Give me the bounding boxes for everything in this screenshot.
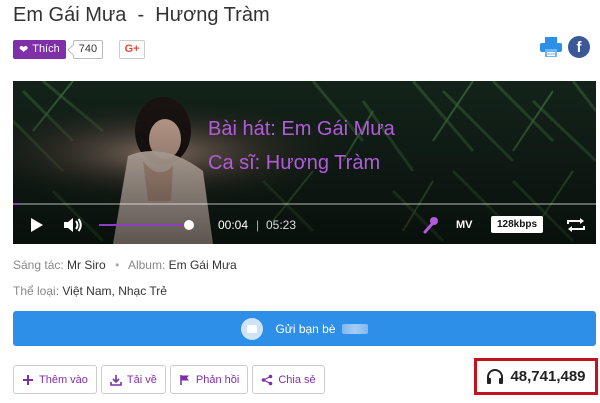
share-icons: f [538,35,590,59]
plus-icon [23,374,33,385]
progress-bar[interactable] [13,203,596,205]
composer-link[interactable]: Mr Siro [67,258,106,272]
volume-fill [99,224,184,226]
time-separator: | [256,218,260,232]
download-icon [110,374,122,386]
send-to-friends-button[interactable]: Gửi bạn bè [13,311,596,346]
song-meta-line2: Thể loại: Việt Nam, Nhạc Trẻ [13,284,167,298]
printer-icon[interactable] [538,35,564,59]
share-icon [262,374,273,385]
add-to-button[interactable]: Thêm vào [13,365,97,394]
download-button[interactable]: Tải về [100,365,166,394]
current-time: 00:04 [218,218,249,232]
feedback-label: Phản hồi [195,373,240,386]
send-label: Gửi bạn bè [275,321,336,336]
facebook-icon[interactable]: f [568,36,590,58]
player-controls: 00:04 | 05:23 MV 128kbps [13,209,596,241]
album-label: Album: [127,258,166,272]
listen-count: 48,741,489 [510,368,586,385]
like-label: Thích [32,43,60,55]
repeat-icon[interactable] [566,209,586,241]
album-link[interactable]: Em Gái Mưa [169,258,237,272]
volume-icon[interactable] [63,209,83,241]
google-plus-button[interactable]: G+ [119,39,146,59]
flag-icon [180,374,189,385]
play-icon[interactable] [30,209,44,241]
add-label: Thêm vào [39,373,88,386]
headphones-icon [487,368,504,384]
heart-icon: ❤ [19,43,29,56]
genre-label: Thể loại: [13,284,60,298]
progress-fill [13,203,21,205]
mv-button[interactable]: MV [456,209,473,241]
genre-separator: , [111,284,115,298]
song-title: Em Gái Mưa - Hương Tràm [13,4,270,26]
listen-count-box: 48,741,489 [474,358,598,395]
social-row: ❤ Thích 740 G+ [13,39,146,59]
lyric-song-line: Bài hát: Em Gái Mưa [208,118,395,140]
action-buttons: Thêm vào Tải về Phản hồi Chia sẻ [13,365,325,394]
share-button[interactable]: Chia sẻ [252,365,325,394]
quality-button[interactable]: 128kbps [491,216,544,233]
feedback-button[interactable]: Phản hồi [169,365,249,394]
duration: 05:23 [266,218,297,232]
chat-bubble-icon [241,317,264,340]
blurred-name [341,323,368,334]
like-count: 740 [72,39,104,59]
composer-label: Sáng tác: [13,258,64,272]
like-button[interactable]: ❤ Thích [13,39,66,59]
song-meta-line1: Sáng tác: Mr Siro • Album: Em Gái Mưa [13,258,237,272]
download-label: Tải về [126,373,157,386]
karaoke-mic-icon[interactable] [423,209,439,241]
share-label: Chia sẻ [278,373,316,386]
audio-player: Bài hát: Em Gái Mưa Ca sĩ: Hương Tràm 00… [13,81,596,244]
lyric-singer-line: Ca sĩ: Hương Tràm [208,152,381,174]
meta-dot: • [115,258,120,272]
genre-link-2[interactable]: Nhạc Trẻ [118,284,167,298]
volume-knob[interactable] [184,220,194,230]
genre-link-1[interactable]: Việt Nam [62,284,111,298]
volume-slider[interactable] [99,224,191,226]
